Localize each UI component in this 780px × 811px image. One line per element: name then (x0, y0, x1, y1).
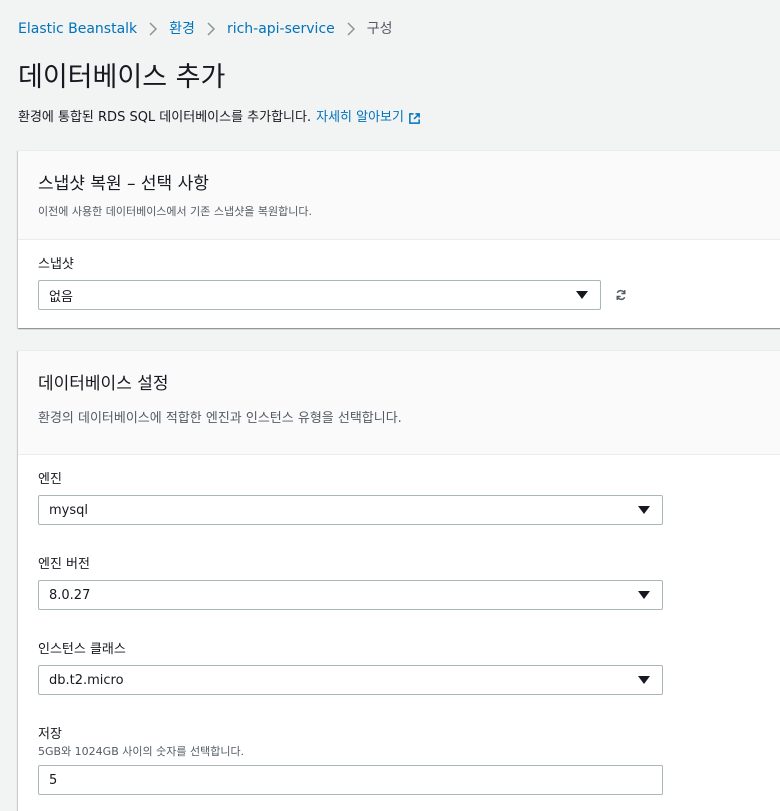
db-panel-title: 데이터베이스 설정 (38, 374, 169, 394)
chevron-right-icon (149, 22, 158, 36)
breadcrumb-environment-name[interactable]: rich-api-service (227, 19, 335, 39)
instance-class-select[interactable]: db.t2.micro (38, 665, 663, 695)
learn-more-label: 자세히 알아보기 (316, 110, 404, 125)
refresh-snapshots-button[interactable] (611, 285, 631, 305)
refresh-icon (616, 289, 626, 301)
storage-label: 저장 (38, 727, 62, 742)
snapshot-select-value: 없음 (49, 289, 73, 305)
snapshot-panel-subtitle: 이전에 사용한 데이터베이스에서 기존 스냅샷을 복원합니다. (38, 205, 312, 218)
snapshot-select[interactable]: 없음 (38, 280, 601, 310)
page: Elastic Beanstalk 환경 rich-api-service 구성… (0, 0, 780, 811)
breadcrumb-environments[interactable]: 환경 (169, 19, 195, 39)
external-link-icon (409, 112, 420, 124)
breadcrumb-elastic-beanstalk[interactable]: Elastic Beanstalk (18, 19, 137, 39)
snapshot-panel-title: 스냅샷 복원 – 선택 사항 (38, 174, 209, 194)
caret-down-icon (576, 291, 588, 299)
page-description: 환경에 통합된 RDS SQL 데이터베이스를 추가합니다. 자세히 알아보기 (18, 108, 421, 128)
engine-select-value: mysql (49, 502, 88, 518)
snapshot-panel-header: 스냅샷 복원 – 선택 사항 이전에 사용한 데이터베이스에서 기존 스냅샷을 … (18, 151, 780, 240)
caret-down-icon (638, 591, 650, 599)
engine-version-select-value: 8.0.27 (49, 587, 91, 603)
snapshot-restore-panel: 스냅샷 복원 – 선택 사항 이전에 사용한 데이터베이스에서 기존 스냅샷을 … (18, 150, 780, 328)
instance-class-select-value: db.t2.micro (49, 672, 124, 688)
engine-version-label: 엔진 버전 (38, 557, 90, 572)
learn-more-link[interactable]: 자세히 알아보기 (316, 108, 421, 128)
chevron-right-icon (207, 22, 215, 36)
db-panel-header: 데이터베이스 설정 환경의 데이터베이스에 적합한 엔진과 인스턴스 유형을 선… (18, 351, 780, 455)
instance-class-label: 인스턴스 클래스 (38, 642, 126, 657)
caret-down-icon (638, 506, 650, 514)
engine-label: 엔진 (38, 472, 62, 487)
page-description-text: 환경에 통합된 RDS SQL 데이터베이스를 추가합니다. (18, 110, 312, 125)
engine-select[interactable]: mysql (38, 495, 663, 525)
breadcrumb: Elastic Beanstalk 환경 rich-api-service 구성 (18, 19, 393, 39)
page-title: 데이터베이스 추가 (18, 62, 226, 93)
engine-version-select[interactable]: 8.0.27 (38, 580, 663, 610)
storage-hint: 5GB와 1024GB 사이의 숫자를 선택합니다. (38, 745, 245, 758)
db-panel-subtitle: 환경의 데이터베이스에 적합한 엔진과 인스턴스 유형을 선택합니다. (38, 411, 402, 426)
database-settings-panel: 데이터베이스 설정 환경의 데이터베이스에 적합한 엔진과 인스턴스 유형을 선… (18, 350, 780, 811)
breadcrumb-current: 구성 (366, 21, 393, 37)
storage-input[interactable] (38, 765, 663, 795)
chevron-right-icon (347, 22, 355, 36)
caret-down-icon (638, 676, 650, 684)
snapshot-label: 스냅샷 (38, 257, 74, 272)
